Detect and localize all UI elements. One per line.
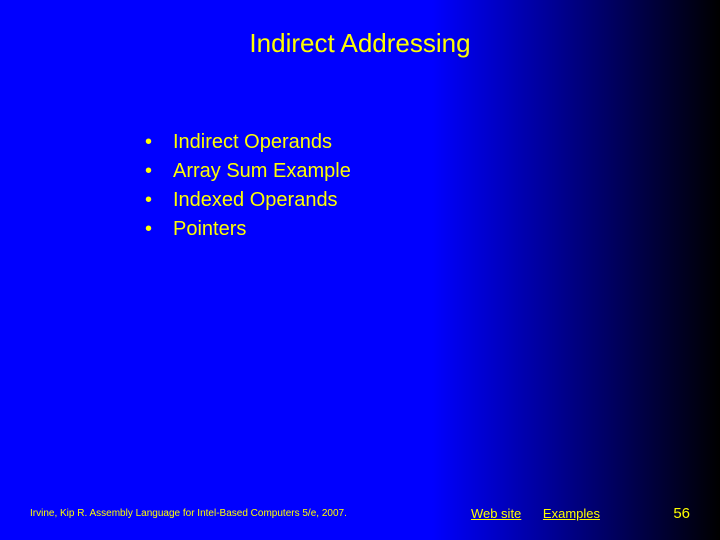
- bullet-dot-icon: •: [145, 215, 173, 244]
- list-item: • Indirect Operands: [145, 128, 351, 157]
- list-item-label: Indirect Operands: [173, 128, 332, 157]
- slide: Indirect Addressing • Indirect Operands …: [0, 0, 720, 540]
- footer-links: Web site Examples: [453, 506, 600, 521]
- list-item-label: Pointers: [173, 215, 246, 244]
- list-item: • Pointers: [145, 215, 351, 244]
- website-link[interactable]: Web site: [471, 506, 521, 521]
- page-number: 56: [600, 505, 690, 522]
- list-item: • Indexed Operands: [145, 186, 351, 215]
- bullet-dot-icon: •: [145, 157, 173, 186]
- list-item-label: Indexed Operands: [173, 186, 338, 215]
- footer: Irvine, Kip R. Assembly Language for Int…: [30, 505, 690, 522]
- examples-link[interactable]: Examples: [543, 506, 600, 521]
- list-item: • Array Sum Example: [145, 157, 351, 186]
- bullet-dot-icon: •: [145, 186, 173, 215]
- bullet-dot-icon: •: [145, 128, 173, 157]
- footer-credit: Irvine, Kip R. Assembly Language for Int…: [30, 508, 347, 519]
- slide-title: Indirect Addressing: [0, 28, 720, 59]
- bullet-list: • Indirect Operands • Array Sum Example …: [145, 128, 351, 244]
- list-item-label: Array Sum Example: [173, 157, 351, 186]
